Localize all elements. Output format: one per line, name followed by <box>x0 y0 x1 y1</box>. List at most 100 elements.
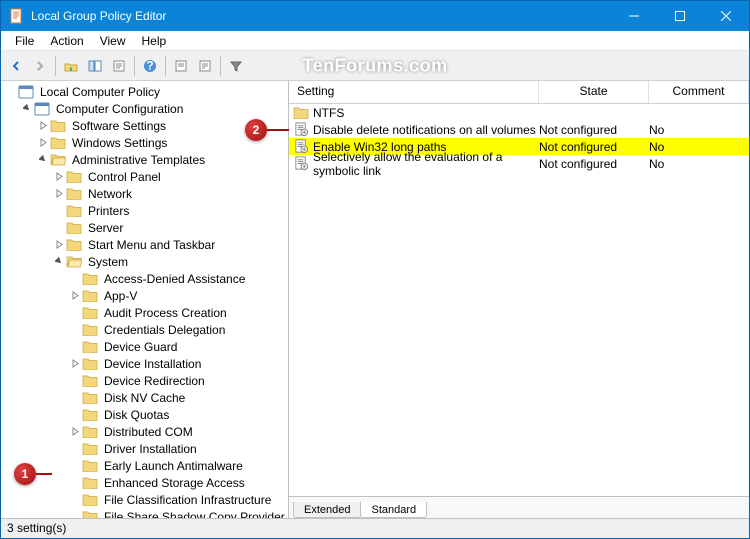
policy-icon <box>291 139 311 154</box>
tree-node-fci[interactable]: File Classification Infrastructure <box>1 491 288 508</box>
minimize-button[interactable] <box>611 1 657 31</box>
folder-icon <box>82 476 98 490</box>
help-button[interactable] <box>139 55 161 77</box>
tab-extended[interactable]: Extended <box>293 502 361 518</box>
collapse-icon[interactable] <box>53 257 66 266</box>
expand-icon[interactable] <box>53 189 66 198</box>
expand-icon[interactable] <box>69 359 82 368</box>
menu-bar: File Action View Help <box>1 31 749 51</box>
tree-pane[interactable]: Local Computer Policy Computer Configurat… <box>1 81 289 518</box>
column-state[interactable]: State <box>539 81 649 103</box>
expand-icon[interactable] <box>69 427 82 436</box>
filter-button-2[interactable] <box>194 55 216 77</box>
annotation-badge-2: 2 <box>245 119 267 141</box>
tree-label: Disk NV Cache <box>102 391 187 405</box>
menu-help[interactable]: Help <box>134 33 175 49</box>
show-hide-tree-button[interactable] <box>84 55 106 77</box>
tree-label: Device Redirection <box>102 374 207 388</box>
properties-button[interactable] <box>108 55 130 77</box>
policy-icon <box>291 156 311 171</box>
maximize-button[interactable] <box>657 1 703 31</box>
tree-node-cc[interactable]: Computer Configuration <box>1 100 288 117</box>
menu-action[interactable]: Action <box>42 33 91 49</box>
list-row[interactable]: NTFS <box>289 104 749 121</box>
list-row[interactable]: Disable delete notifications on all volu… <box>289 121 749 138</box>
tree-node-sv[interactable]: Server <box>1 219 288 236</box>
folder-icon <box>82 408 98 422</box>
tree-node-di[interactable]: Device Installation <box>1 355 288 372</box>
menu-file[interactable]: File <box>7 33 42 49</box>
filter-button-1[interactable] <box>170 55 192 77</box>
menu-view[interactable]: View <box>92 33 134 49</box>
title-bar: Local Group Policy Editor <box>1 1 749 31</box>
tree-node-dq[interactable]: Disk Quotas <box>1 406 288 423</box>
cell-setting: Selectively allow the evaluation of a sy… <box>311 150 539 178</box>
tree-node-dr[interactable]: Device Redirection <box>1 372 288 389</box>
expand-icon[interactable] <box>69 291 82 300</box>
tree-node-cd[interactable]: Credentials Delegation <box>1 321 288 338</box>
window-title: Local Group Policy Editor <box>31 9 611 23</box>
tree-node-smt[interactable]: Start Menu and Taskbar <box>1 236 288 253</box>
tree-node-dcom[interactable]: Distributed COM <box>1 423 288 440</box>
folder-icon <box>66 170 82 184</box>
tree-label: Credentials Delegation <box>102 323 227 337</box>
tree-node-cp[interactable]: Control Panel <box>1 168 288 185</box>
tree-label: Printers <box>86 204 131 218</box>
back-button[interactable] <box>5 55 27 77</box>
console-icon <box>34 102 50 116</box>
annotation-badge-1: 1 <box>14 463 36 485</box>
close-button[interactable] <box>703 1 749 31</box>
list-pane: Setting State Comment NTFS Disable delete… <box>289 81 749 518</box>
column-setting[interactable]: Setting <box>289 81 539 103</box>
tree-label: Access-Denied Assistance <box>102 272 247 286</box>
folder-icon <box>82 323 98 337</box>
list-row[interactable]: Selectively allow the evaluation of a sy… <box>289 155 749 172</box>
tree-node-apc[interactable]: Audit Process Creation <box>1 304 288 321</box>
tree-label: App-V <box>102 289 139 303</box>
filter-button-3[interactable] <box>225 55 247 77</box>
tree-node-sys[interactable]: System <box>1 253 288 270</box>
tree-node-appv[interactable]: App-V <box>1 287 288 304</box>
folder-open-icon <box>50 153 66 167</box>
tree-node-fsscp[interactable]: File Share Shadow Copy Provider <box>1 508 288 518</box>
tree-node-dg[interactable]: Device Guard <box>1 338 288 355</box>
collapse-icon[interactable] <box>21 104 34 113</box>
tree-label: Disk Quotas <box>102 408 171 422</box>
tree-label: Server <box>86 221 125 235</box>
forward-button[interactable] <box>29 55 51 77</box>
column-comment[interactable]: Comment <box>649 81 749 103</box>
tree-label: Computer Configuration <box>54 102 185 116</box>
tree-label: Audit Process Creation <box>102 306 229 320</box>
tree-node-elam[interactable]: Early Launch Antimalware <box>1 457 288 474</box>
tree-node-esa[interactable]: Enhanced Storage Access <box>1 474 288 491</box>
tree-label: File Share Shadow Copy Provider <box>102 510 287 519</box>
expand-icon[interactable] <box>53 240 66 249</box>
cell-comment: No <box>649 123 749 137</box>
console-icon <box>18 85 34 99</box>
toolbar: TenForums.com <box>1 51 749 81</box>
up-button[interactable] <box>60 55 82 77</box>
tree-label: Control Panel <box>86 170 163 184</box>
tree-node-pr[interactable]: Printers <box>1 202 288 219</box>
folder-icon <box>82 442 98 456</box>
tree-node-nw[interactable]: Network <box>1 185 288 202</box>
tree-node-root[interactable]: Local Computer Policy <box>1 83 288 100</box>
tree-node-at[interactable]: Administrative Templates <box>1 151 288 168</box>
tree-node-dnc[interactable]: Disk NV Cache <box>1 389 288 406</box>
collapse-icon[interactable] <box>37 155 50 164</box>
tree-label: Driver Installation <box>102 442 199 456</box>
expand-icon[interactable] <box>37 138 50 147</box>
cell-setting: Disable delete notifications on all volu… <box>311 123 539 137</box>
tree-node-ada[interactable]: Access-Denied Assistance <box>1 270 288 287</box>
cell-state: Not configured <box>539 123 649 137</box>
folder-icon <box>82 425 98 439</box>
tab-standard[interactable]: Standard <box>360 502 427 518</box>
tree-node-dri[interactable]: Driver Installation <box>1 440 288 457</box>
folder-icon <box>82 306 98 320</box>
tab-bar: Extended Standard <box>289 496 749 518</box>
expand-icon[interactable] <box>53 172 66 181</box>
folder-icon <box>50 119 66 133</box>
tree-node-ws[interactable]: Windows Settings <box>1 134 288 151</box>
folder-icon <box>82 289 98 303</box>
expand-icon[interactable] <box>37 121 50 130</box>
